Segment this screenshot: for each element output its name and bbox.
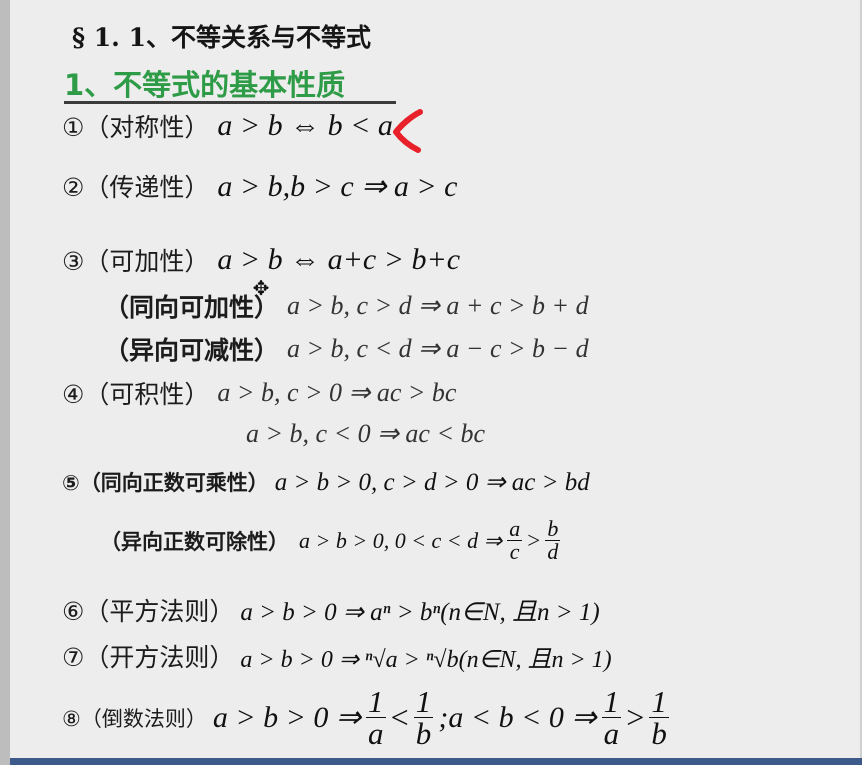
- fraction-denominator: c: [509, 539, 520, 564]
- fraction-denominator: d: [547, 539, 559, 564]
- property-row: ⑤（同向正数可乘性） a > b > 0, c > d > 0 ⇒ ac > bd: [62, 467, 590, 497]
- property-label: （异向正数可除性）: [100, 529, 289, 554]
- fraction-numerator: b: [547, 516, 559, 541]
- fraction-numerator: a: [509, 516, 521, 541]
- subheading: 1、不等式的基本性质: [64, 68, 346, 102]
- relation-symbol: <: [390, 699, 409, 735]
- property-row: ⑧（倒数法则） a > b > 0 ⇒ 1a < 1b ;a < b < 0 ⇒ …: [62, 686, 669, 749]
- fraction-denominator: b: [651, 716, 667, 751]
- fraction-denominator: b: [415, 716, 432, 751]
- property-formula-prefix: a > b > 0 ⇒: [212, 701, 361, 734]
- property-formula: a > b ⇔ a+c > b+c: [217, 243, 461, 276]
- property-label: ⑦（开方法则）: [62, 643, 235, 672]
- property-row: ①（对称性） a > b ⇔ b < a: [62, 108, 393, 144]
- property-row: ④（可积性） a > b, c > 0 ⇒ ac > bc: [62, 375, 456, 411]
- fraction: bd: [545, 516, 561, 564]
- property-label: （异向可减性）: [104, 336, 280, 365]
- fraction-numerator: 1: [368, 684, 384, 719]
- pen-mark-icon: [393, 109, 423, 153]
- property-formula: a > b, c < d ⇒ a − c > b − d: [287, 334, 589, 363]
- move-cursor-icon: ✥: [252, 276, 270, 300]
- relation-symbol: >: [626, 699, 645, 735]
- property-row: ⑦（开方法则） a > b > 0 ⇒ ⁿ√a > ⁿ√b(n∈N, 且n > 1…: [62, 638, 612, 674]
- subheading-underline: [64, 101, 396, 104]
- fraction: 1b: [649, 686, 669, 749]
- property-row: a > b, c < 0 ⇒ ac < bc: [246, 419, 485, 449]
- property-row: ②（传递性） a > b,b > c ⇒ a > c: [62, 168, 457, 204]
- property-row: ⑥（平方法则） a > b > 0 ⇒ aⁿ > bⁿ(n∈N, 且n > 1): [62, 592, 600, 628]
- property-row: ③（可加性） a > b ⇔ a+c > b+c: [62, 242, 460, 278]
- property-row: （异向可减性） a > b, c < d ⇒ a − c > b − d: [104, 331, 589, 367]
- bottom-bar: [10, 758, 862, 765]
- fraction-numerator: 1: [603, 684, 620, 719]
- property-formula-mid: ;a < b < 0 ⇒: [438, 701, 597, 734]
- property-label: ⑥（平方法则）: [62, 597, 235, 626]
- property-formula-prefix: a > b > 0, 0 < c < d ⇒: [299, 527, 503, 553]
- property-formula: a > b, c > d ⇒ a + c > b + d: [287, 291, 589, 320]
- fraction-denominator: a: [603, 716, 620, 751]
- fraction-numerator: 1: [651, 684, 667, 719]
- screen: § 1. 1、不等关系与不等式 1、不等式的基本性质 ①（对称性） a > b ⇔…: [0, 0, 862, 765]
- property-formula: a > b > 0 ⇒ aⁿ > bⁿ(n∈N, 且n > 1): [240, 599, 600, 626]
- fraction: ac: [507, 516, 523, 564]
- property-label: ①（对称性）: [62, 113, 210, 142]
- property-row: （同向可加性） a > b, c > d ⇒ a + c > b + d: [104, 288, 589, 324]
- property-formula: a > b, c > 0 ⇒ ac > bc: [217, 378, 457, 407]
- property-label: ②（传递性）: [62, 173, 210, 202]
- fraction-denominator: a: [368, 716, 384, 751]
- relation-symbol: >: [527, 527, 541, 553]
- fraction: 1a: [366, 686, 386, 749]
- fraction-numerator: 1: [415, 684, 432, 719]
- section-heading: § 1. 1、不等关系与不等式: [72, 23, 371, 52]
- fraction: 1b: [413, 684, 434, 751]
- property-formula: a > b, c < 0 ⇒ ac < bc: [246, 419, 486, 448]
- property-formula: a > b > 0 ⇒ ⁿ√a > ⁿ√b(n∈N, 且n > 1): [240, 646, 612, 673]
- property-label: ④（可积性）: [62, 380, 210, 409]
- property-formula: a > b > 0, c > d > 0 ⇒ ac > bd: [274, 469, 590, 496]
- fraction: 1a: [601, 684, 622, 751]
- property-row: （异向正数可除性） a > b > 0, 0 < c < d ⇒ ac > bd: [100, 516, 561, 564]
- property-label: ⑧（倒数法则）: [62, 706, 207, 731]
- property-formula: a > b ⇔ b < a: [217, 109, 393, 142]
- property-formula: a > b,b > c ⇒ a > c: [217, 169, 458, 203]
- property-label: ⑤（同向正数可乘性）: [62, 471, 269, 495]
- property-label: ③（可加性）: [62, 247, 210, 276]
